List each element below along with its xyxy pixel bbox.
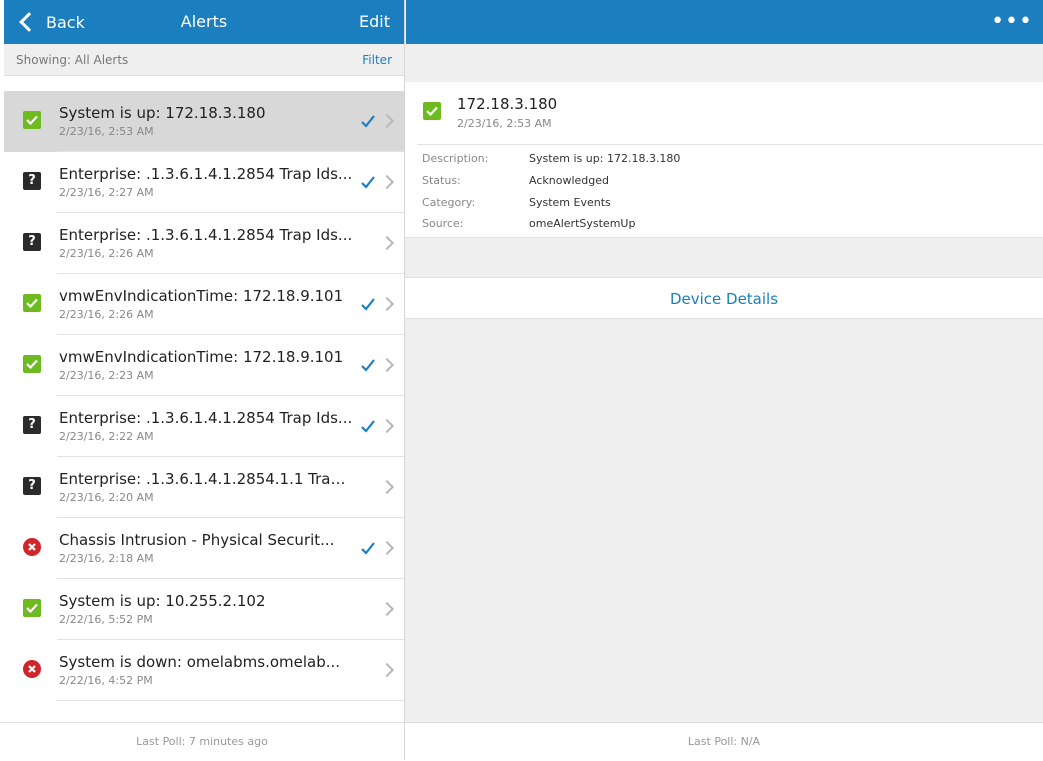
chevron-right-icon xyxy=(379,540,395,556)
alert-row[interactable]: ? Enterprise: .1.3.6.1.4.1.2854 Trap Ids.… xyxy=(4,152,404,213)
alert-time: 2/23/16, 2:18 AM xyxy=(59,552,154,565)
alert-time: 2/23/16, 2:26 AM xyxy=(59,308,154,321)
chevron-right-icon xyxy=(379,479,395,495)
critical-icon xyxy=(23,660,41,678)
field-label: Description: xyxy=(422,152,489,165)
acknowledged-check-icon xyxy=(360,113,376,129)
acknowledged-check-icon xyxy=(360,296,376,312)
alert-title: Enterprise: .1.3.6.1.4.1.2854 Trap Ids..… xyxy=(59,409,353,427)
chevron-right-icon xyxy=(379,418,395,434)
field-value: Acknowledged xyxy=(529,174,609,187)
alert-title: Enterprise: .1.3.6.1.4.1.2854 Trap Ids..… xyxy=(59,165,353,183)
ok-icon xyxy=(23,294,41,312)
chevron-right-icon xyxy=(379,357,395,373)
ok-icon xyxy=(423,102,441,120)
divider xyxy=(417,144,1043,145)
unknown-icon: ? xyxy=(23,233,41,251)
filter-bar: Showing: All Alerts Filter xyxy=(4,44,404,76)
alert-title: Chassis Intrusion - Physical Securit... xyxy=(59,531,335,549)
chevron-left-icon xyxy=(19,12,39,32)
alert-detail-card: 172.18.3.180 2/23/16, 2:53 AM Descriptio… xyxy=(405,82,1043,238)
alert-title: Enterprise: .1.3.6.1.4.1.2854.1.1 Trap..… xyxy=(59,470,354,488)
alert-row[interactable]: System is up: 172.18.3.180 2/23/16, 2:53 … xyxy=(4,91,404,152)
alert-title: Enterprise: .1.3.6.1.4.1.2854 Trap Ids..… xyxy=(59,226,353,244)
alert-detail-pane: ••• 172.18.3.180 2/23/16, 2:53 AM Descri… xyxy=(405,0,1043,760)
alert-time: 2/23/16, 2:23 AM xyxy=(59,369,154,382)
acknowledged-check-icon xyxy=(360,357,376,373)
field-value: System Events xyxy=(529,196,611,209)
alert-title: System is up: 10.255.2.102 xyxy=(59,592,266,610)
alert-row[interactable]: System is up: 10.255.2.102 2/22/16, 5:52 … xyxy=(4,579,404,640)
device-details-button[interactable]: Device Details xyxy=(405,277,1043,319)
showing-text: Showing: All Alerts xyxy=(16,53,129,67)
left-navigation-bar: Back Alerts Edit xyxy=(4,0,404,44)
critical-icon xyxy=(23,538,41,556)
alert-row[interactable]: ? Enterprise: .1.3.6.1.4.1.2854 Trap Ids.… xyxy=(4,213,404,274)
detail-time: 2/23/16, 2:53 AM xyxy=(457,117,552,130)
alert-time: 2/23/16, 2:22 AM xyxy=(59,430,154,443)
unknown-icon: ? xyxy=(23,477,41,495)
chevron-right-icon xyxy=(379,235,395,251)
acknowledged-check-icon xyxy=(360,540,376,556)
chevron-right-icon xyxy=(379,296,395,312)
acknowledged-check-icon xyxy=(360,418,376,434)
field-label: Source: xyxy=(422,217,464,230)
unknown-icon: ? xyxy=(23,172,41,190)
edit-button[interactable]: Edit xyxy=(359,0,390,44)
alert-time: 2/23/16, 2:26 AM xyxy=(59,247,154,260)
alert-list: System is up: 172.18.3.180 2/23/16, 2:53 … xyxy=(4,91,404,701)
field-label: Status: xyxy=(422,174,461,187)
chevron-right-icon xyxy=(379,174,395,190)
alert-time: 2/22/16, 4:52 PM xyxy=(59,674,153,687)
ok-icon xyxy=(23,111,41,129)
alert-time: 2/23/16, 2:20 AM xyxy=(59,491,154,504)
right-last-poll: Last Poll: N/A xyxy=(405,722,1043,760)
back-label: Back xyxy=(46,12,85,32)
left-last-poll: Last Poll: 7 minutes ago xyxy=(0,722,404,760)
detail-title: 172.18.3.180 xyxy=(457,95,558,113)
alert-row[interactable]: System is down: omelabms.omelab... 2/22/1… xyxy=(4,640,404,701)
alert-title: System is up: 172.18.3.180 xyxy=(59,104,266,122)
back-button[interactable]: Back xyxy=(18,0,85,44)
chevron-right-icon xyxy=(379,113,395,129)
filter-button[interactable]: Filter xyxy=(362,44,392,76)
alert-row[interactable]: vmwEnvIndicationTime: 172.18.9.101 2/23/1… xyxy=(4,274,404,335)
alert-row[interactable]: ? Enterprise: .1.3.6.1.4.1.2854.1.1 Trap.… xyxy=(4,457,404,518)
field-label: Category: xyxy=(422,196,476,209)
chevron-right-icon xyxy=(379,662,395,678)
alert-time: 2/23/16, 2:27 AM xyxy=(59,186,154,199)
alert-time: 2/22/16, 5:52 PM xyxy=(59,613,153,626)
alert-title: vmwEnvIndicationTime: 172.18.9.101 xyxy=(59,287,344,305)
alerts-list-pane: Back Alerts Edit Showing: All Alerts Fil… xyxy=(0,0,405,760)
alert-row[interactable]: ? Enterprise: .1.3.6.1.4.1.2854 Trap Ids.… xyxy=(4,396,404,457)
alert-row[interactable]: vmwEnvIndicationTime: 172.18.9.101 2/23/1… xyxy=(4,335,404,396)
ok-icon xyxy=(23,355,41,373)
alert-title: System is down: omelabms.omelab... xyxy=(59,653,341,671)
right-navigation-bar: ••• xyxy=(406,0,1043,44)
alert-row[interactable]: Chassis Intrusion - Physical Securit... 2… xyxy=(4,518,404,579)
alert-title: vmwEnvIndicationTime: 172.18.9.101 xyxy=(59,348,344,366)
more-options-icon[interactable]: ••• xyxy=(991,0,1033,44)
chevron-right-icon xyxy=(379,601,395,617)
field-value: System is up: 172.18.3.180 xyxy=(529,152,681,165)
alert-time: 2/23/16, 2:53 AM xyxy=(59,125,154,138)
unknown-icon: ? xyxy=(23,416,41,434)
acknowledged-check-icon xyxy=(360,174,376,190)
ok-icon xyxy=(23,599,41,617)
field-value: omeAlertSystemUp xyxy=(529,217,636,230)
